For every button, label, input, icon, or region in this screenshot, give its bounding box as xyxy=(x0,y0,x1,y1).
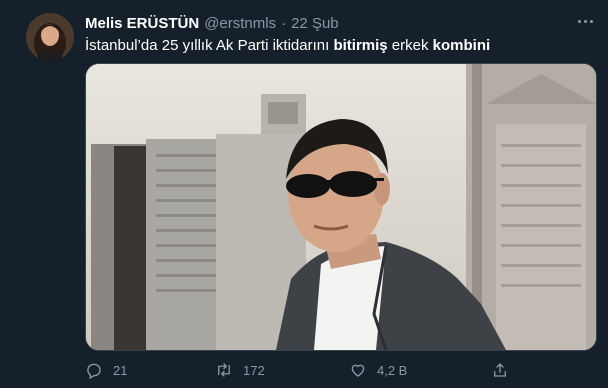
more-horizontal-icon xyxy=(577,19,581,23)
author-name[interactable]: Melis ERÜSTÜN xyxy=(85,15,199,32)
photo-man-sunglasses xyxy=(86,64,596,350)
retweet-count: 172 xyxy=(243,362,265,378)
tweet-text: İstanbul’da 25 yıllık Ak Parti iktidarın… xyxy=(85,37,490,54)
author-handle[interactable]: @erstnmls xyxy=(204,15,276,32)
reply-count: 21 xyxy=(113,362,128,378)
more-options-button[interactable] xyxy=(574,10,596,32)
avatar[interactable] xyxy=(26,13,74,61)
retweet-icon xyxy=(218,363,230,377)
tweet-media-photo[interactable] xyxy=(85,63,597,351)
retweet-button[interactable]: 172 xyxy=(215,358,265,382)
tweet-actions: 21 172 4,2 B xyxy=(85,358,515,382)
tweet-header: Melis ERÜSTÜN @erstnmls · 22 Şub xyxy=(85,13,339,33)
tweet-text-bold: bitirmiş xyxy=(333,37,388,54)
avatar-photo xyxy=(26,13,74,61)
comment-icon xyxy=(87,363,101,379)
heart-icon xyxy=(351,364,365,377)
separator-dot: · xyxy=(281,14,287,32)
share-button[interactable] xyxy=(491,358,519,382)
like-button[interactable]: 4,2 B xyxy=(349,358,407,382)
reply-button[interactable]: 21 xyxy=(85,358,127,382)
tweet-date[interactable]: 22 Şub xyxy=(291,15,339,32)
tweet[interactable]: Melis ERÜSTÜN @erstnmls · 22 Şub İstanbu… xyxy=(0,0,608,388)
like-count: 4,2 B xyxy=(377,362,408,378)
tweet-text-bold: kombini xyxy=(432,37,491,54)
tweet-text-part: erkek xyxy=(387,37,433,54)
share-icon xyxy=(494,363,506,377)
tweet-text-part: İstanbul’da 25 yıllık Ak Parti iktidarın… xyxy=(85,37,334,54)
